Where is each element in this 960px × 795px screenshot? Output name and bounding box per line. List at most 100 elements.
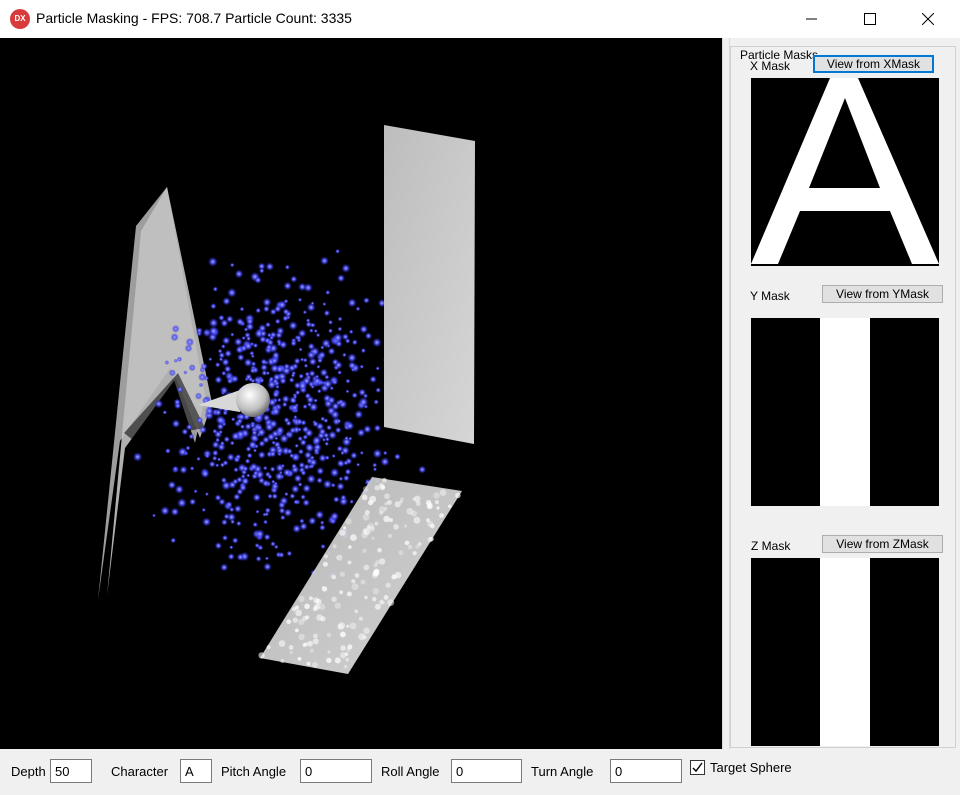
particle [289,426,297,434]
particle [285,432,291,437]
depth-input[interactable] [50,759,92,783]
particle [174,484,184,494]
minimize-button[interactable] [784,0,842,38]
particle [183,370,188,375]
particle [258,335,267,344]
floor-particle [308,596,313,601]
particle [267,474,273,480]
particle [321,437,326,442]
particle [320,256,329,266]
floor-particle [340,645,346,651]
particle [249,462,259,472]
particle [284,491,289,497]
y-mask-stripe [820,318,870,506]
particle [319,520,325,525]
particle [302,310,308,315]
floor-particle [394,501,401,508]
x-mask-preview [751,78,939,266]
particle [276,326,285,336]
close-button[interactable] [900,0,958,38]
particle [309,328,314,333]
floor-particle [312,661,318,668]
particle [372,467,378,472]
particle [330,482,336,488]
turn-angle-input[interactable] [610,759,682,783]
floor-particle [286,619,292,624]
particle [375,366,380,371]
particle [236,317,244,326]
particle [299,518,305,524]
particle [302,357,308,363]
particle [219,462,226,468]
roll-angle-input[interactable] [451,759,522,783]
particle [343,460,349,466]
floor-particle [362,486,369,492]
particle [208,326,219,336]
particle [171,324,180,333]
panel-splitter[interactable] [722,38,730,749]
particle [280,463,285,468]
floor-particle [266,645,271,650]
maximize-button[interactable] [842,0,900,38]
floor-particle [350,534,357,541]
particle [273,481,278,486]
floor-particle [362,513,370,521]
particle [291,453,300,462]
particle [373,424,382,432]
particle [340,494,347,501]
character-input[interactable] [180,759,212,783]
view-x-mask-button[interactable]: View from XMask [813,55,934,73]
maximize-icon [864,13,876,25]
particle [259,377,265,384]
particle [279,377,287,385]
particle [221,336,231,345]
floor-particle [313,604,319,610]
floor-particle [339,571,345,577]
floor-particle [364,595,368,600]
floor-particle [304,642,308,646]
particle [299,522,308,531]
floor-particle [351,583,359,591]
floor-particle [379,484,386,491]
particle [200,469,210,479]
particle [369,375,377,384]
particle [262,413,271,422]
target-sphere[interactable] [236,383,270,417]
particle [258,323,267,333]
particle [317,350,327,360]
floor-particle [340,652,347,659]
particle [220,318,229,328]
particle-masks-panel: Particle Masks X Mask View from XMask Y … [730,38,960,749]
floor-particle [361,494,368,501]
particle [254,276,262,284]
particle [310,301,315,306]
particle [195,327,203,335]
particle [326,424,333,431]
particle [173,358,178,363]
particle [230,431,241,441]
view-y-mask-button[interactable]: View from YMask [822,285,943,303]
particle [234,269,244,279]
floor-particle [411,510,417,517]
particle [332,379,338,385]
particle [236,553,245,562]
floor-particle [346,591,352,597]
particle [252,521,259,528]
floor-particle [331,596,337,602]
view-z-mask-button[interactable]: View from ZMask [822,535,943,553]
target-sphere-checkbox[interactable] [690,760,705,775]
floor-particle [386,500,392,505]
particle [327,347,336,356]
render-viewport[interactable] [0,38,722,749]
particle [294,443,300,449]
particle [215,463,220,468]
particle [265,262,275,271]
particle [316,466,325,476]
particle [286,550,293,557]
particle [219,440,225,446]
floor-particle [349,622,357,630]
pitch-angle-input[interactable] [300,759,372,783]
y-mask-label: Y Mask [750,289,790,303]
floor-particle [289,650,293,655]
particle [214,361,221,368]
